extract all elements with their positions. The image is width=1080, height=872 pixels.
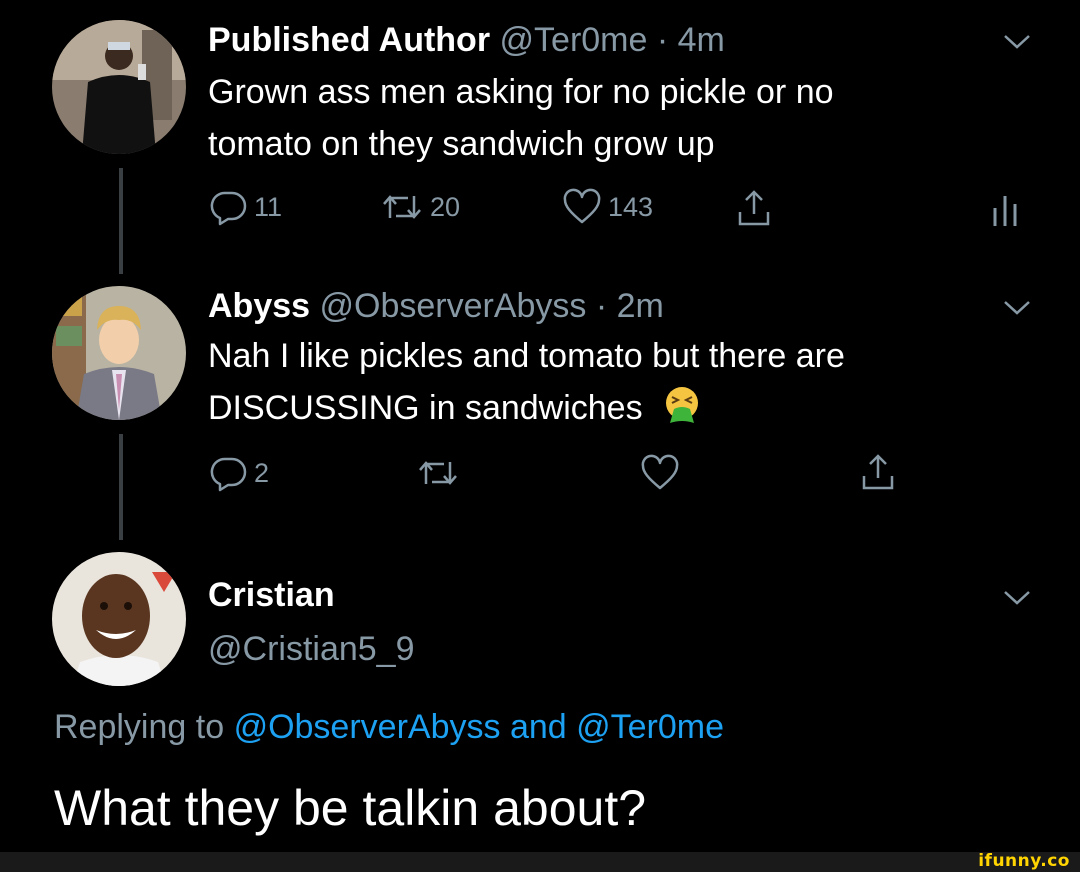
- share-icon: [862, 454, 894, 490]
- display-name[interactable]: Cristian: [208, 576, 335, 615]
- share-icon: [738, 190, 770, 226]
- display-name[interactable]: Published Author: [208, 21, 490, 59]
- vomiting-face-icon: [666, 387, 699, 423]
- chevron-down-icon[interactable]: [1002, 32, 1032, 52]
- avatar-illustration: [52, 286, 186, 420]
- avatar-photo: [52, 552, 186, 686]
- chevron-down-icon[interactable]: [1002, 588, 1032, 608]
- tweet-header: Abyss @ObserverAbyss · 2m: [208, 286, 664, 326]
- reply-icon: [210, 457, 247, 492]
- share-button[interactable]: [736, 188, 772, 228]
- display-name[interactable]: Abyss: [208, 287, 310, 325]
- tweet-text-fragment: DISCUSSING in sandwiches: [208, 389, 643, 427]
- retweet-count: 20: [430, 191, 461, 222]
- tweet-thread: Published Author @Ter0me · 4m Grown ass …: [0, 0, 1080, 852]
- reply-button[interactable]: 11: [210, 188, 282, 226]
- analytics-button[interactable]: [990, 192, 1020, 228]
- like-button[interactable]: 143: [562, 188, 653, 226]
- handle-timestamp[interactable]: @ObserverAbyss · 2m: [320, 287, 664, 325]
- tweet-text-line: tomato on they sandwich grow up: [208, 125, 715, 163]
- avatar-cristian[interactable]: [52, 552, 186, 686]
- retweet-icon: [383, 195, 421, 219]
- watermark-logo: ifunny.co: [978, 851, 1070, 871]
- heart-icon: [641, 454, 679, 490]
- avatar-published-author[interactable]: [52, 20, 186, 154]
- like-button[interactable]: [640, 454, 680, 492]
- avatar-abyss[interactable]: [52, 286, 186, 420]
- tweet-text-line: Grown ass men asking for no pickle or no: [208, 73, 834, 111]
- replying-to-line: Replying to @ObserverAbyss and @Ter0me: [54, 708, 724, 747]
- watermark-bar: [0, 852, 1080, 872]
- retweet-icon: [419, 461, 457, 485]
- replying-prefix: Replying to: [54, 708, 225, 746]
- handle-timestamp[interactable]: @Ter0me · 4m: [500, 21, 725, 59]
- focused-tweet-text: What they be talkin about?: [54, 780, 647, 836]
- share-button[interactable]: [860, 452, 896, 492]
- reply-icon: [210, 191, 247, 226]
- tweet-text: Nah I like pickles and tomato but there …: [208, 330, 1008, 434]
- like-count: 143: [608, 191, 654, 222]
- tweet-text-line: Nah I like pickles and tomato but there …: [208, 337, 845, 375]
- reply-count: 11: [254, 191, 283, 222]
- reply-count: 2: [254, 457, 270, 488]
- avatar-photo: [52, 20, 186, 154]
- chevron-down-icon[interactable]: [1002, 298, 1032, 318]
- tweet-text: Grown ass men asking for no pickle or no…: [208, 66, 1008, 170]
- tweet-header: Published Author @Ter0me · 4m: [208, 20, 725, 60]
- thread-connector: [119, 434, 123, 540]
- handle[interactable]: @Cristian5_9: [208, 630, 415, 669]
- replying-join: and: [509, 708, 567, 746]
- mention-link[interactable]: @Ter0me: [576, 708, 724, 746]
- tweet-text-line: DISCUSSING in sandwiches: [208, 382, 1008, 434]
- mention-link[interactable]: @ObserverAbyss: [234, 708, 501, 746]
- analytics-icon: [993, 196, 1017, 226]
- thread-connector: [119, 168, 123, 274]
- heart-icon: [563, 188, 601, 224]
- retweet-button[interactable]: [416, 454, 460, 492]
- reply-button[interactable]: 2: [210, 454, 269, 492]
- retweet-button[interactable]: 20: [380, 188, 460, 226]
